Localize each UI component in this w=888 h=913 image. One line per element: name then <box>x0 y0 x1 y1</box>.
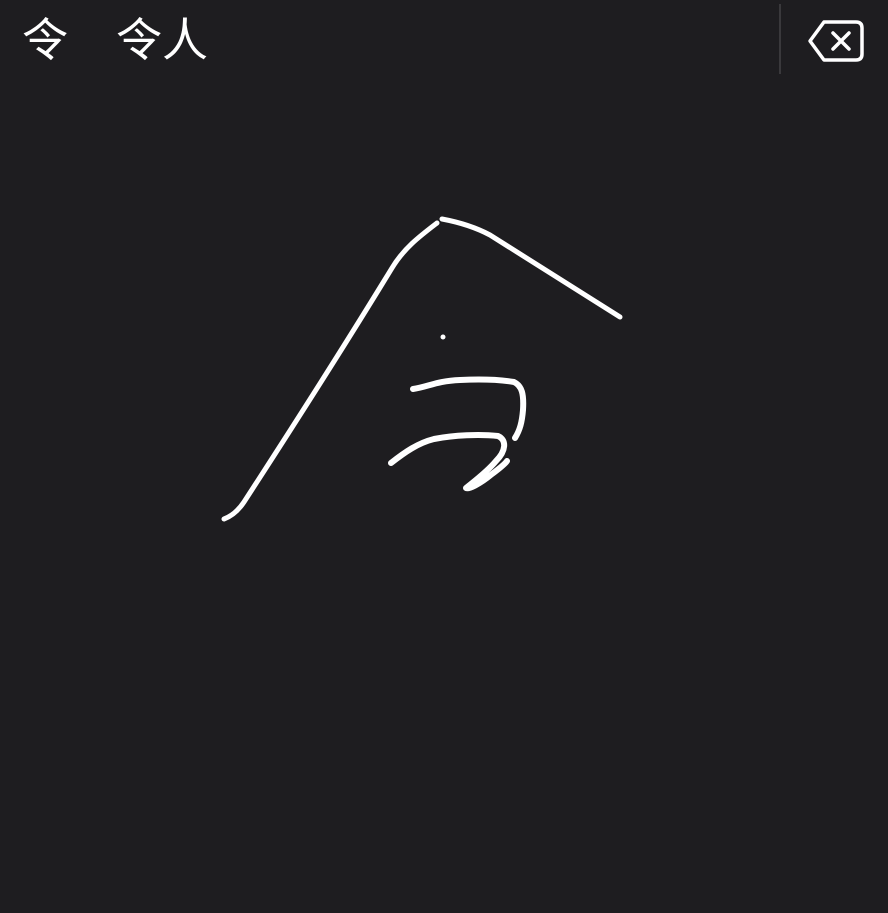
ink-stroke <box>410 376 527 441</box>
divider <box>779 4 781 74</box>
candidate-item[interactable]: 令 <box>22 10 68 70</box>
delete-button[interactable] <box>806 18 866 64</box>
candidate-item[interactable]: 令人 <box>116 10 208 70</box>
handwriting-keyboard: 令 令人 <box>0 0 888 913</box>
ink-stroke <box>221 220 440 522</box>
ink-stroke <box>439 216 623 320</box>
handwriting-canvas[interactable] <box>0 82 888 913</box>
ink-stroke <box>388 432 510 492</box>
ink-dot <box>440 334 446 340</box>
delete-backward-icon <box>808 20 864 62</box>
candidate-bar: 令 令人 <box>0 0 888 82</box>
